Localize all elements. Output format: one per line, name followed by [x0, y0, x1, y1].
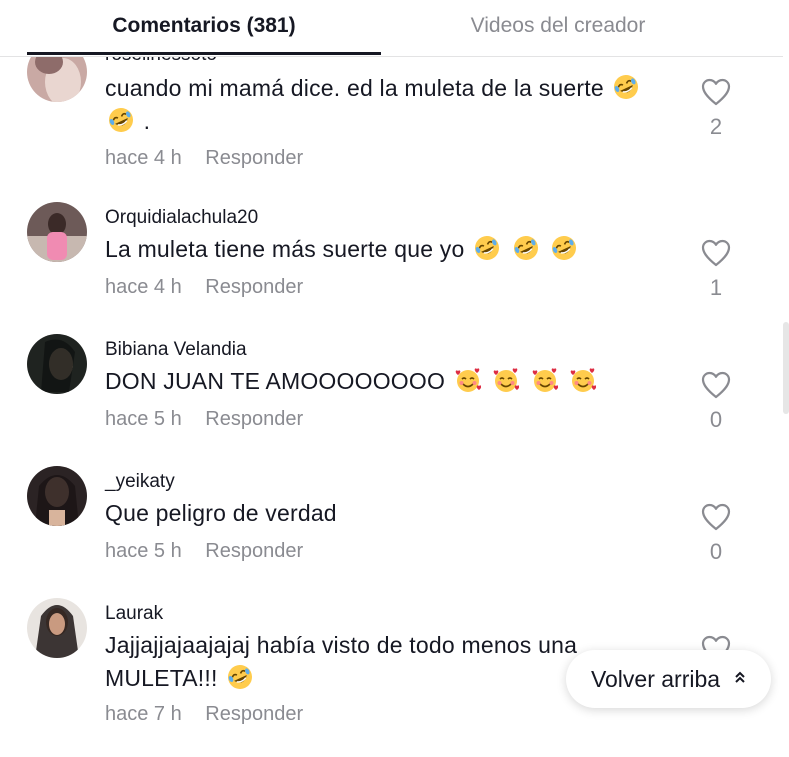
- rofl-emoji-icon: [513, 235, 539, 261]
- comment-text: cuando mi mamá dice. ed la muleta de la …: [105, 72, 675, 138]
- like-count: 1: [709, 275, 723, 300]
- comment-username[interactable]: Bibiana Velandia: [105, 339, 247, 361]
- like-count: 0: [709, 539, 723, 564]
- rofl-emoji-icon: [227, 664, 253, 690]
- comments-panel: rosellnessoto cuando mi mamá dice. ed la…: [0, 0, 789, 757]
- tab-creator-videos[interactable]: Videos del creador: [381, 0, 735, 52]
- avatar[interactable]: [27, 466, 87, 526]
- like-button[interactable]: 2: [695, 78, 737, 140]
- reply-button[interactable]: Responder: [205, 703, 303, 726]
- reply-button[interactable]: Responder: [205, 147, 303, 170]
- rofl-emoji-icon: [474, 235, 500, 261]
- comment-text: DON JUAN TE AMOOOOOOOO: [105, 365, 675, 398]
- comment-text-content: DON JUAN TE AMOOOOOOOO: [105, 368, 446, 394]
- like-count: 0: [709, 407, 723, 432]
- comment-time: hace 5 h: [105, 540, 182, 562]
- comment-meta: hace 7 h Responder: [105, 703, 303, 726]
- comment-text-content: La muleta tiene más suerte que yo: [105, 236, 465, 262]
- comment-text-part: cuando mi mamá dice. ed la muleta de la …: [105, 75, 611, 101]
- comment-username[interactable]: Laurak: [105, 603, 163, 625]
- heart-outline-icon: [701, 503, 731, 531]
- reply-button[interactable]: Responder: [205, 540, 303, 563]
- smiling-face-with-hearts-emoji-icon: [455, 367, 481, 393]
- comment-text-content: Que peligro de verdad: [105, 500, 337, 526]
- like-count: 2: [709, 114, 723, 139]
- comment-meta: hace 4 h Responder: [105, 276, 303, 299]
- rofl-emoji-icon: [108, 107, 134, 133]
- comment-username[interactable]: _yeikaty: [105, 471, 175, 493]
- comment-time: hace 4 h: [105, 147, 182, 169]
- back-to-top-button[interactable]: Volver arriba: [566, 650, 771, 708]
- heart-outline-icon: [701, 371, 731, 399]
- comment-username[interactable]: Orquidialachula20: [105, 207, 258, 229]
- heart-outline-icon: [701, 78, 731, 106]
- avatar[interactable]: [27, 334, 87, 394]
- smiling-face-with-hearts-emoji-icon: [493, 367, 519, 393]
- scrollbar-thumb[interactable]: [783, 322, 789, 414]
- comment-meta: hace 5 h Responder: [105, 540, 303, 563]
- rofl-emoji-icon: [551, 235, 577, 261]
- active-tab-indicator: [27, 52, 381, 55]
- comment-text-line: MULETA!!!: [105, 665, 218, 691]
- comment-meta: hace 4 h Responder: [105, 147, 303, 170]
- comment-text-part: .: [137, 108, 151, 134]
- comment-text: Que peligro de verdad: [105, 497, 675, 530]
- back-to-top-label: Volver arriba: [590, 665, 721, 692]
- like-button[interactable]: 0: [695, 503, 737, 565]
- reply-button[interactable]: Responder: [205, 408, 303, 431]
- double-chevron-up-icon: [734, 670, 746, 689]
- smiling-face-with-hearts-emoji-icon: [532, 367, 558, 393]
- heart-outline-icon: [701, 239, 731, 267]
- rofl-emoji-icon: [613, 74, 639, 100]
- avatar[interactable]: [27, 598, 87, 658]
- reply-button[interactable]: Responder: [205, 276, 303, 299]
- comment-time: hace 4 h: [105, 276, 182, 298]
- tab-comments[interactable]: Comentarios (381): [27, 0, 381, 52]
- comments-tab-bar: Comentarios (381) Videos del creador: [0, 0, 783, 57]
- like-button[interactable]: 0: [695, 371, 737, 433]
- comment-time: hace 5 h: [105, 408, 182, 430]
- comment-list[interactable]: rosellnessoto cuando mi mamá dice. ed la…: [0, 0, 783, 757]
- like-button[interactable]: 1: [695, 239, 737, 301]
- comment-text: La muleta tiene más suerte que yo: [105, 233, 675, 266]
- comment-time: hace 7 h: [105, 703, 182, 725]
- avatar[interactable]: [27, 202, 87, 262]
- comment-meta: hace 5 h Responder: [105, 408, 303, 431]
- comment-text-line: Jajjajjajaajajaj había visto de todo men…: [105, 632, 578, 658]
- smiling-face-with-hearts-emoji-icon: [570, 367, 596, 393]
